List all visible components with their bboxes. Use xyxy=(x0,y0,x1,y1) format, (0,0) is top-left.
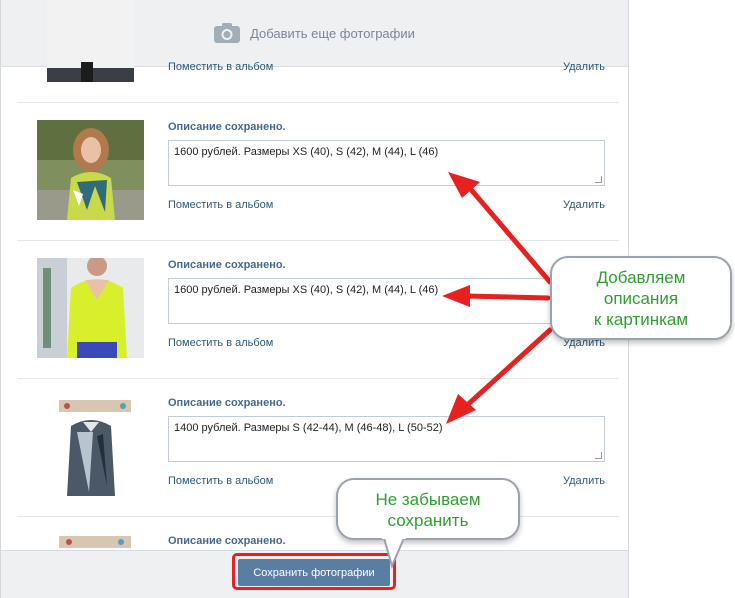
arrow-to-row-3 xyxy=(446,327,553,424)
callout-descriptions: Добавляем описания к картинкам xyxy=(550,256,732,340)
callout-save: Не забываем сохранить xyxy=(336,478,520,540)
callout-line: Не забываем xyxy=(375,490,481,509)
arrow-to-row-2 xyxy=(442,285,551,307)
arrow-to-row-1 xyxy=(448,172,553,285)
callout-line: описания xyxy=(603,289,679,308)
callout-line: сохранить xyxy=(387,511,469,530)
callout-line: к картинкам xyxy=(593,310,689,329)
callout-line: Добавляем xyxy=(596,268,686,287)
